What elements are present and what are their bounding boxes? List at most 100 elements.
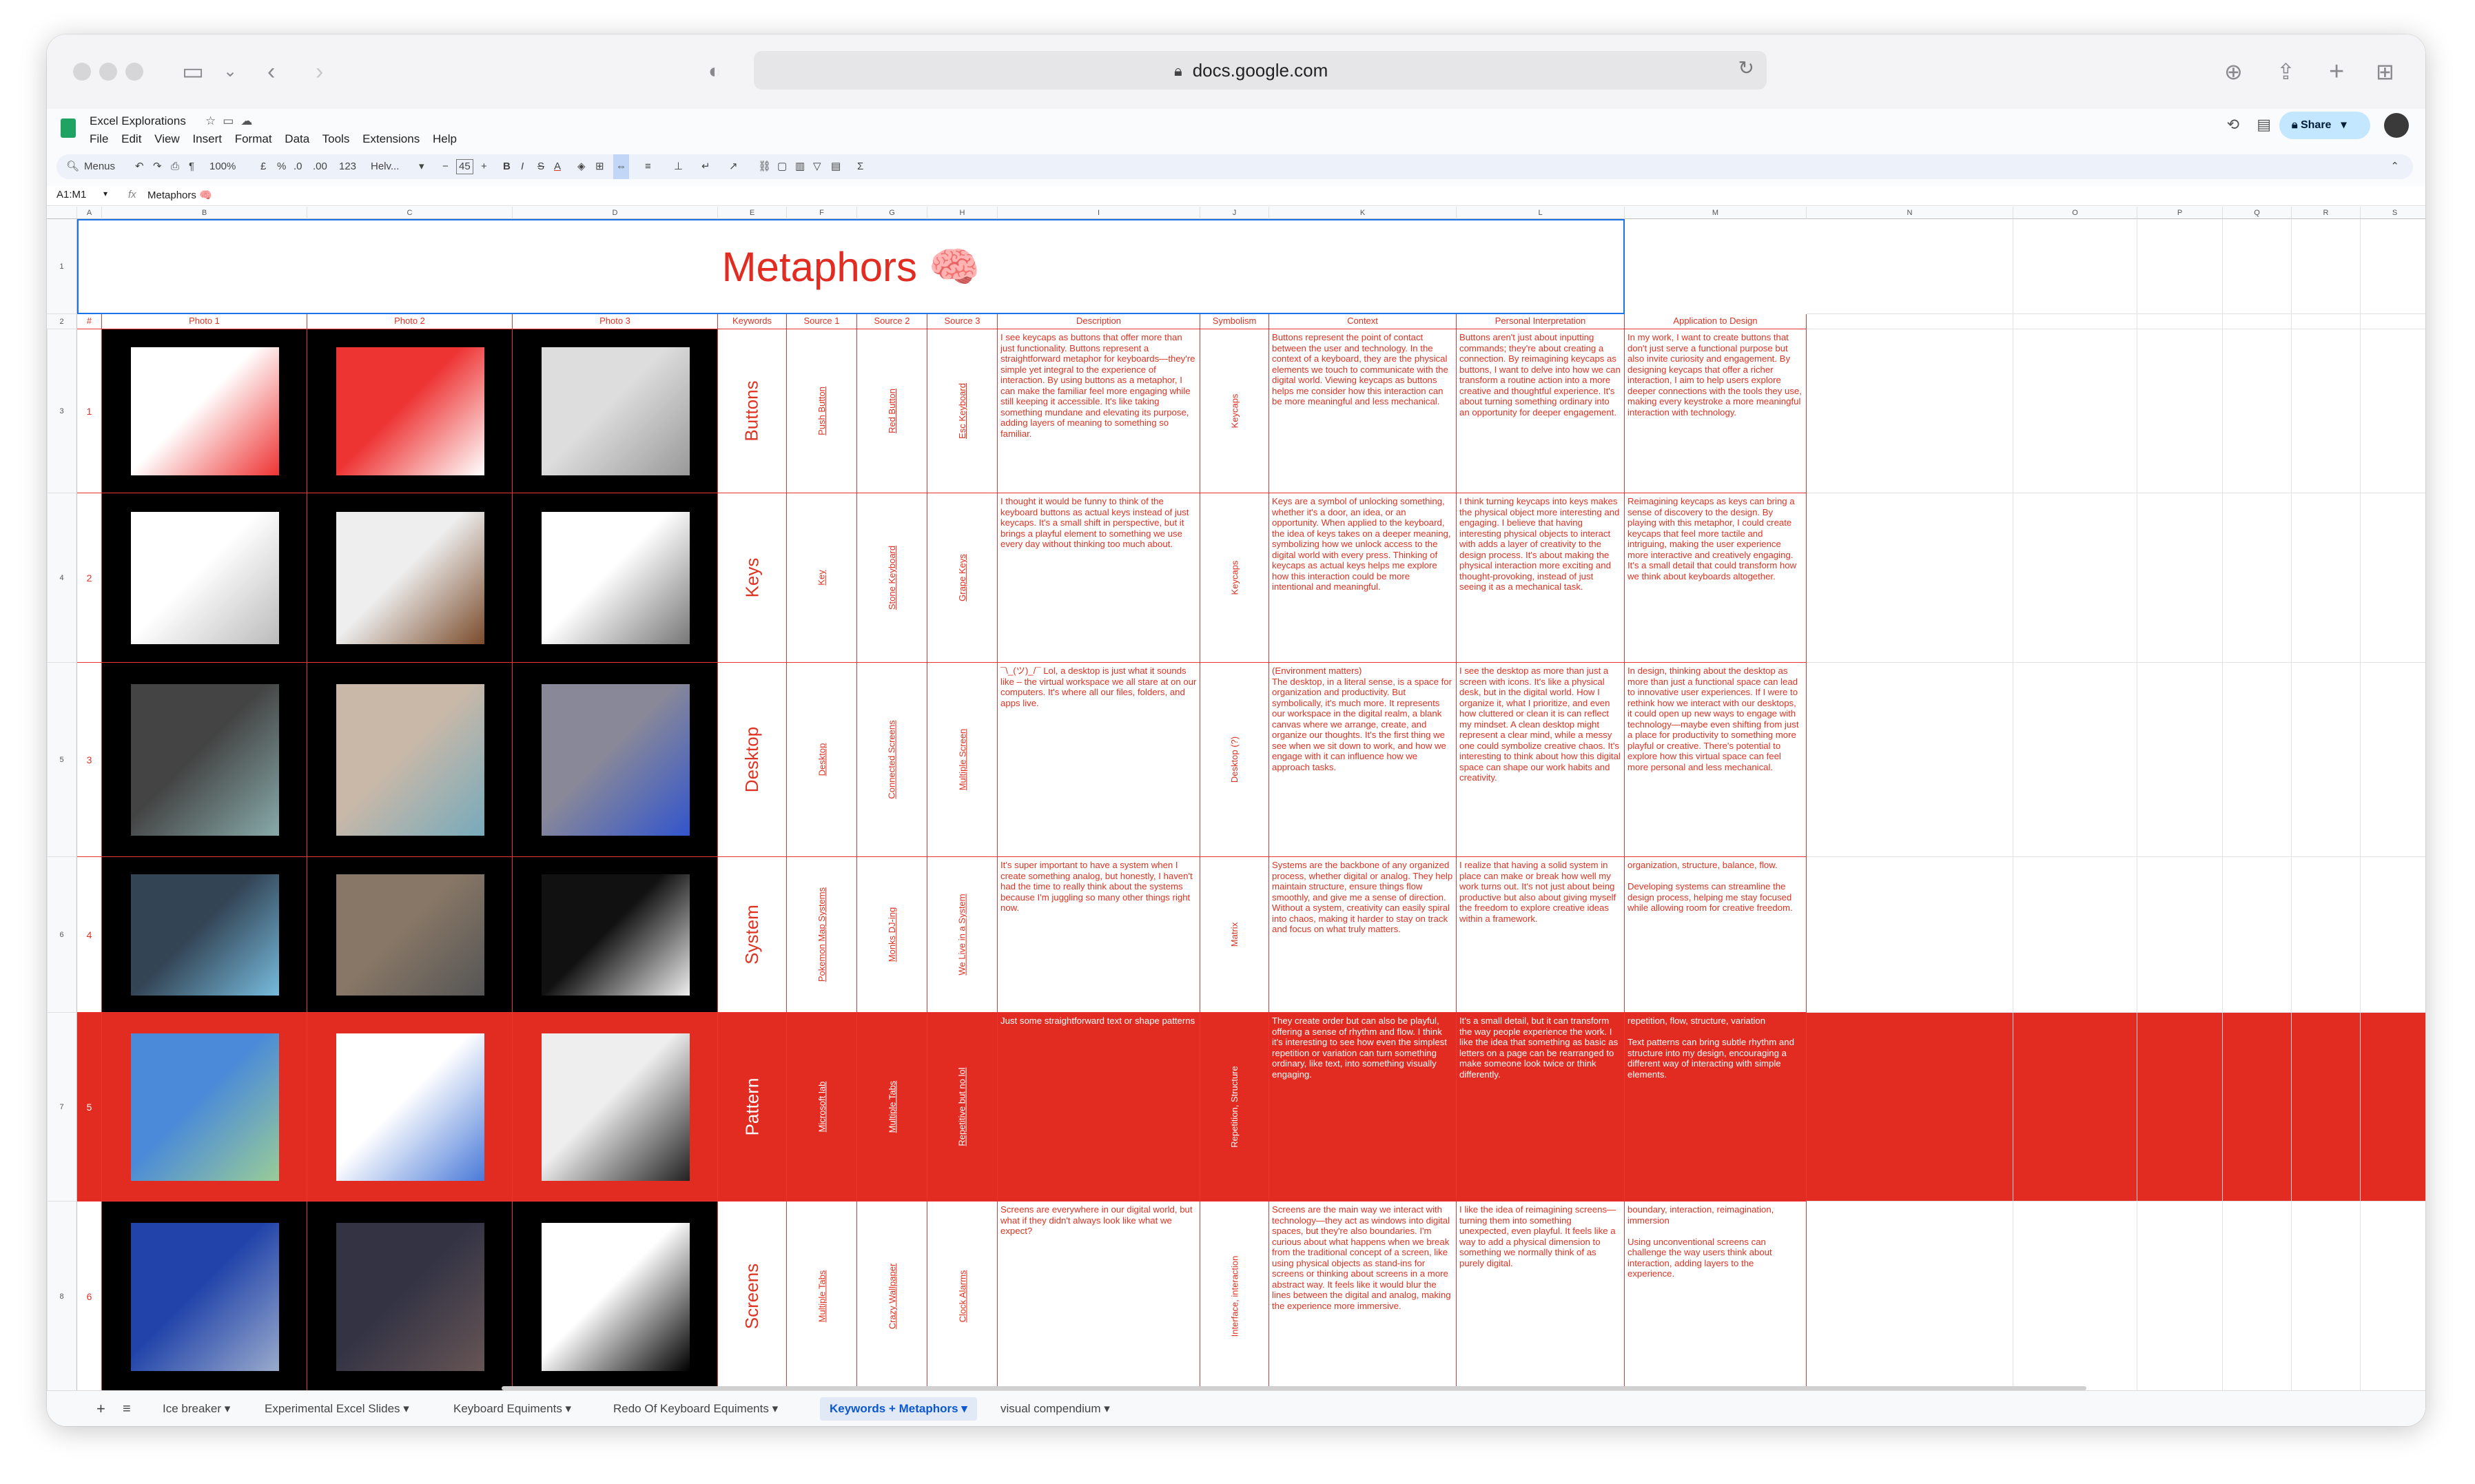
minimize-window-button[interactable]: [99, 63, 117, 81]
move-folder-icon[interactable]: ▭: [223, 114, 240, 127]
column-header[interactable]: A: [77, 207, 102, 219]
functions-icon[interactable]: Σ: [857, 154, 863, 179]
empty-cell[interactable]: [2361, 219, 2425, 314]
borders-icon[interactable]: ⊞: [595, 154, 604, 179]
menu-extensions[interactable]: Extensions: [362, 132, 420, 145]
spreadsheet-grid[interactable]: ABCDEFGHIJKLMNOPQRST123456789Metaphors 🧠…: [47, 207, 2425, 1412]
font-size-decrease[interactable]: −: [442, 154, 449, 179]
column-header[interactable]: I: [998, 207, 1200, 219]
empty-cell[interactable]: [2137, 1013, 2223, 1202]
all-sheets-icon[interactable]: ≡: [123, 1391, 131, 1426]
source-link[interactable]: Red Button: [887, 389, 897, 433]
photo-image[interactable]: [336, 1033, 484, 1181]
menu-insert[interactable]: Insert: [192, 132, 222, 145]
share-icon[interactable]: ⇪: [2277, 55, 2295, 88]
source-link[interactable]: Clock Alarms: [957, 1270, 967, 1323]
zoom-select[interactable]: 100%: [209, 154, 236, 179]
new-tab-icon[interactable]: +: [2329, 55, 2344, 88]
photo-cell[interactable]: [307, 329, 513, 493]
source-link-cell[interactable]: Multiple Screen: [927, 663, 998, 857]
chevron-down-icon[interactable]: ▾: [2341, 119, 2346, 131]
empty-cell[interactable]: [2223, 857, 2292, 1013]
sidebar-icon[interactable]: ▭: [182, 55, 204, 88]
strikethrough-icon[interactable]: S: [537, 154, 544, 179]
menu-data[interactable]: Data: [285, 132, 309, 145]
column-header[interactable]: G: [857, 207, 927, 219]
empty-cell[interactable]: [1807, 857, 2013, 1013]
close-window-button[interactable]: [73, 63, 91, 81]
empty-cell[interactable]: [2137, 1202, 2223, 1392]
source-link[interactable]: Monks DJ-ing: [887, 907, 897, 962]
comments-icon[interactable]: ▤: [2257, 116, 2271, 134]
photo-cell[interactable]: [102, 1013, 307, 1202]
chevron-down-icon[interactable]: ▾: [419, 154, 424, 179]
empty-cell[interactable]: [1807, 663, 2013, 857]
photo-cell[interactable]: [513, 857, 718, 1013]
source-link[interactable]: Push Button: [817, 387, 827, 435]
text-rotation-icon[interactable]: ↗: [729, 154, 738, 179]
empty-cell[interactable]: [2223, 1013, 2292, 1202]
empty-cell[interactable]: [2137, 493, 2223, 663]
photo-image[interactable]: [541, 874, 690, 996]
empty-cell[interactable]: [1807, 1013, 2013, 1202]
column-header[interactable]: Q: [2223, 207, 2292, 219]
row-header[interactable]: 8: [47, 1202, 77, 1392]
cloud-status-icon[interactable]: ☁: [240, 114, 259, 127]
source-link[interactable]: Grape Keys: [957, 554, 967, 601]
source-link[interactable]: Microsoft lab: [817, 1082, 827, 1133]
empty-cell[interactable]: [2361, 1013, 2425, 1202]
source-link-cell[interactable]: Desktop: [787, 663, 857, 857]
photo-image[interactable]: [130, 684, 279, 836]
source-link[interactable]: Key: [817, 570, 827, 585]
photo-image[interactable]: [541, 1222, 690, 1371]
empty-cell[interactable]: [1807, 1202, 2013, 1392]
empty-cell[interactable]: [2223, 663, 2292, 857]
empty-cell[interactable]: [2013, 314, 2137, 329]
source-link[interactable]: Esc Keyboard: [957, 383, 967, 439]
increase-decimal[interactable]: .00: [313, 154, 327, 179]
photo-image[interactable]: [336, 347, 484, 475]
number-format[interactable]: 123: [339, 154, 356, 179]
source-link-cell[interactable]: Connected Screens: [857, 663, 927, 857]
column-header[interactable]: K: [1269, 207, 1457, 219]
source-link-cell[interactable]: Red Button: [857, 329, 927, 493]
download-icon[interactable]: ⊕: [2224, 55, 2243, 88]
source-link-cell[interactable]: Multiple Tabs: [857, 1013, 927, 1202]
empty-cell[interactable]: [2137, 219, 2223, 314]
photo-image[interactable]: [130, 874, 279, 996]
source-link-cell[interactable]: Grape Keys: [927, 493, 998, 663]
empty-cell[interactable]: [2223, 314, 2292, 329]
photo-image[interactable]: [336, 512, 484, 644]
empty-cell[interactable]: [2223, 329, 2292, 493]
tab-keywords-metaphors[interactable]: Keywords + Metaphors ▾: [820, 1397, 977, 1421]
column-header[interactable]: H: [927, 207, 998, 219]
column-header[interactable]: L: [1457, 207, 1625, 219]
empty-cell[interactable]: [2137, 329, 2223, 493]
empty-cell[interactable]: [2137, 314, 2223, 329]
source-link[interactable]: We Live in a System: [957, 894, 967, 975]
collapse-toolbar-icon[interactable]: ⌃: [2390, 154, 2399, 179]
decrease-decimal[interactable]: .0: [294, 154, 302, 179]
column-header[interactable]: R: [2292, 207, 2361, 219]
source-link-cell[interactable]: Stone Keyboard: [857, 493, 927, 663]
text-color-icon[interactable]: A: [554, 154, 561, 179]
photo-image[interactable]: [541, 512, 690, 644]
comment-icon[interactable]: ▢: [777, 154, 787, 179]
column-header[interactable]: J: [1200, 207, 1269, 219]
tab-ice-breaker[interactable]: Ice breaker ▾: [163, 1391, 230, 1426]
photo-cell[interactable]: [513, 493, 718, 663]
photo-cell[interactable]: [513, 663, 718, 857]
source-link-cell[interactable]: Microsoft lab: [787, 1013, 857, 1202]
source-link[interactable]: Multiple Tabs: [817, 1270, 827, 1323]
row-header[interactable]: 2: [47, 314, 77, 329]
empty-cell[interactable]: [2292, 329, 2361, 493]
print-icon[interactable]: ⎙: [171, 154, 179, 179]
source-link-cell[interactable]: Push Button: [787, 329, 857, 493]
bold-icon[interactable]: B: [503, 154, 511, 179]
empty-cell[interactable]: [2292, 1013, 2361, 1202]
photo-cell[interactable]: [513, 1013, 718, 1202]
chevron-down-icon[interactable]: ⌄: [223, 55, 237, 88]
photo-image[interactable]: [130, 512, 279, 644]
row-header[interactable]: 1: [47, 219, 77, 314]
empty-cell[interactable]: [2137, 663, 2223, 857]
